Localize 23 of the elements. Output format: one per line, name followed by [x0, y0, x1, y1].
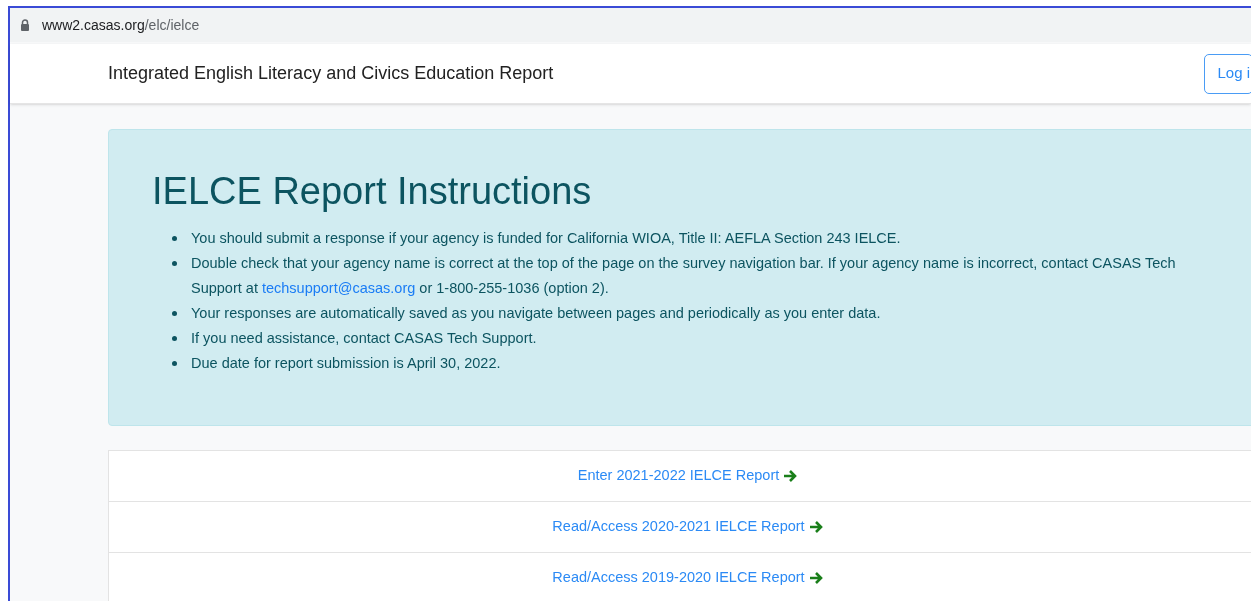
bullet-icon — [172, 235, 177, 241]
report-link[interactable]: Enter 2021-2022 IELCE Report — [577, 465, 780, 487]
bullet-icon — [172, 310, 177, 316]
report-link[interactable]: Read/Access 2019-2020 IELCE Report — [552, 567, 805, 589]
report-link[interactable]: Read/Access 2020-2021 IELCE Report — [552, 516, 805, 538]
bullet-icon — [172, 360, 177, 366]
instruction-text: Double check that your agency name is correct at the top of the page on the survey navigation bar. If your agency name is incorrect, contact CASAS Tech Support at techsupport@casas.org or 1-800-255-1036 (option 2). — [191, 253, 1177, 298]
login-button[interactable]: Log i — [1204, 53, 1251, 94]
instructions-heading: IELCE Report Instructions — [152, 169, 593, 214]
arrow-right-icon — [808, 520, 824, 534]
instruction-text: If you need assistance, contact CASAS Tech Support. — [191, 328, 537, 348]
bullet-icon — [172, 335, 177, 341]
url-text: www2.casas.org/elc/ielce — [42, 15, 200, 35]
instruction-text: You should submit a response if your agency is funded for California WIOA, Title II: AEFLA Section 243 IELCE. — [191, 228, 901, 248]
lock-icon — [20, 19, 30, 31]
site-title: Integrated English Literacy and Civics Education Report — [108, 62, 554, 85]
bullet-icon — [172, 260, 177, 266]
instruction-text: Due date for report submission is April 30, 2022. — [191, 353, 501, 373]
email-link[interactable]: techsupport@casas.org — [261, 279, 416, 296]
arrow-right-icon — [783, 469, 799, 483]
instruction-text: Your responses are automatically saved as you navigate between pages and periodically as you enter data. — [191, 303, 881, 323]
address-bar[interactable]: www2.casas.org/elc/ielce — [10, 8, 1251, 42]
arrow-right-icon — [808, 571, 824, 585]
